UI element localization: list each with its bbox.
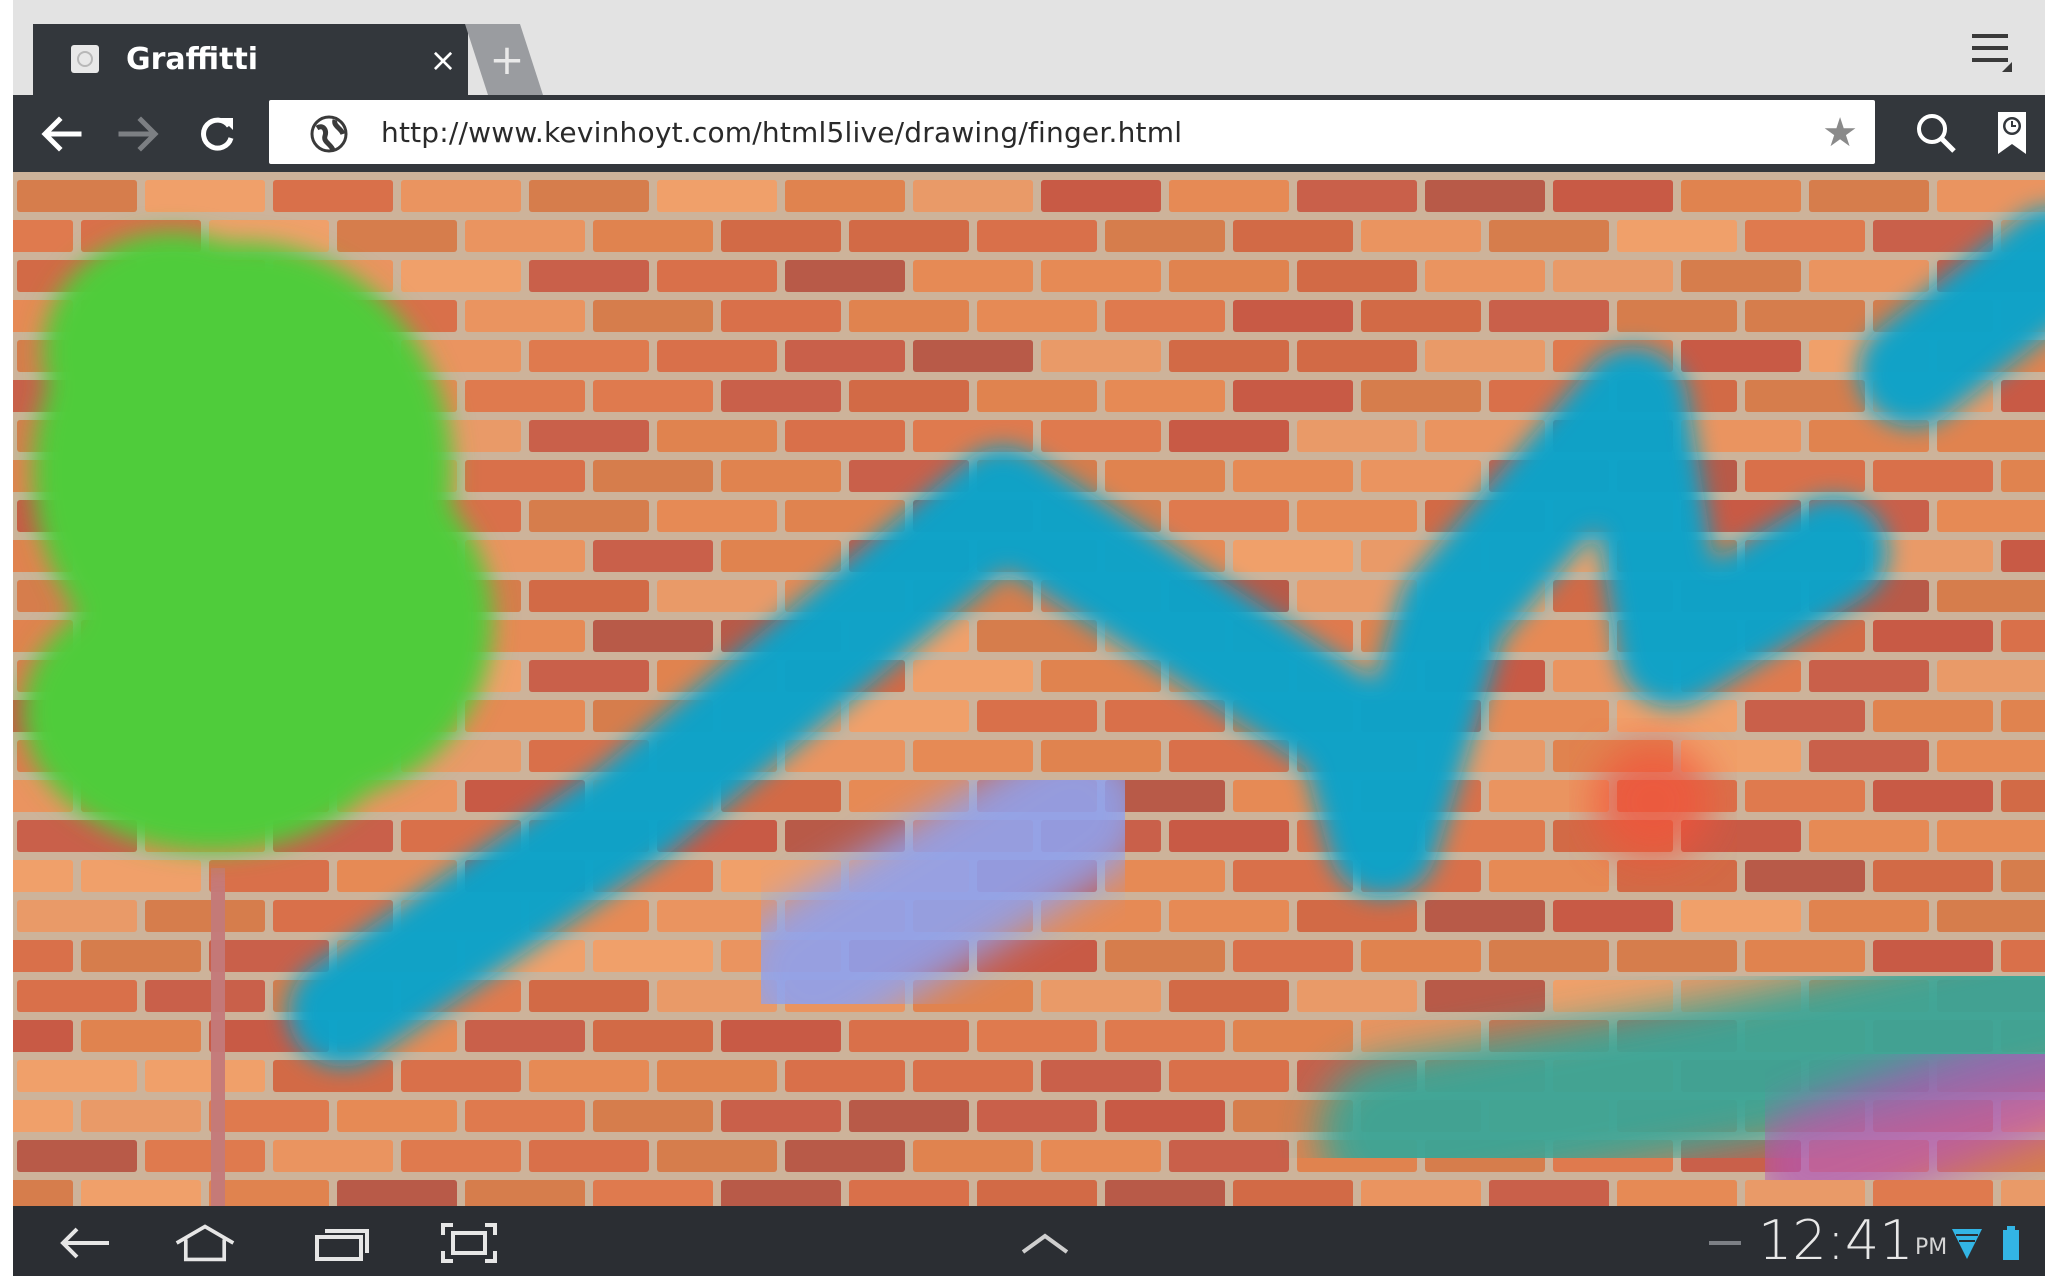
tab-strip: Graffitti × + (13, 0, 2045, 95)
status-clock: 12:41 (1758, 1209, 1914, 1272)
search-icon[interactable] (1911, 108, 1961, 158)
drawing-canvas[interactable] (13, 172, 2045, 1206)
plus-icon: + (489, 35, 525, 84)
forward-arrow-icon[interactable] (111, 110, 167, 158)
reload-icon[interactable] (189, 110, 245, 158)
tab-title: Graffitti (126, 42, 259, 77)
overflow-menu-icon[interactable] (1968, 28, 2018, 74)
back-arrow-icon[interactable] (33, 110, 89, 158)
bookmarks-icon[interactable] (1987, 108, 2037, 158)
brick-wall-canvas[interactable] (13, 172, 2045, 1206)
status-ampm: PM (1915, 1235, 1948, 1260)
notification-dash-icon (1693, 1218, 1757, 1268)
tree-trunk (143, 862, 293, 1206)
globe-icon (309, 114, 349, 154)
red-dab (1593, 742, 1713, 862)
chevron-up-icon[interactable] (1013, 1218, 1077, 1268)
page-favicon-icon (71, 45, 99, 73)
battery-icon (1993, 1218, 2029, 1268)
close-tab-icon[interactable]: × (425, 40, 461, 80)
system-back-icon[interactable] (53, 1218, 117, 1268)
system-screenshot-icon[interactable] (437, 1218, 501, 1268)
bookmark-star-icon[interactable]: ★ (1819, 112, 1861, 154)
url-text[interactable]: http://www.kevinhoyt.com/html5live/drawi… (381, 112, 1182, 154)
wifi-icon (1947, 1218, 1987, 1268)
purple-stroke (1753, 1013, 2045, 1206)
browser-window: Graffitti × + http://www.kevinhoyt.com/h… (13, 0, 2045, 1276)
system-home-icon[interactable] (173, 1218, 237, 1268)
system-recents-icon[interactable] (309, 1218, 373, 1268)
